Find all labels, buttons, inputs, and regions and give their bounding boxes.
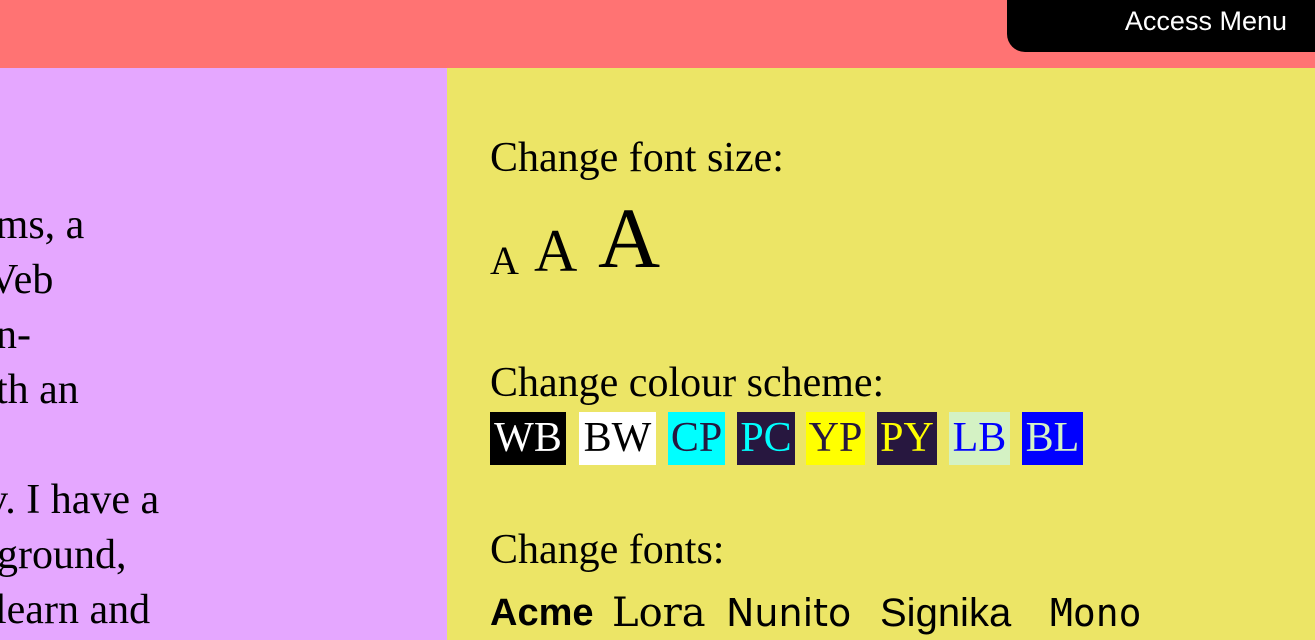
scheme-bw-button[interactable]: BW	[579, 412, 656, 465]
content-line: learn and	[0, 587, 151, 633]
font-signika-button[interactable]: Signika	[880, 586, 1011, 640]
content-line: mms, a	[0, 202, 85, 248]
content-line: n-	[0, 312, 31, 358]
font-acme-button[interactable]: Acme	[490, 586, 594, 640]
font-size-medium-button[interactable]: A	[534, 221, 577, 281]
fonts-title: Change fonts:	[490, 527, 725, 573]
font-size-large-button[interactable]: A	[598, 195, 660, 281]
scheme-cp-button[interactable]: CP	[668, 412, 725, 465]
content-line: v. I have a	[0, 477, 160, 523]
scheme-bl-button[interactable]: BL	[1022, 412, 1083, 465]
accessibility-panel: Change font size: A A A Change colour sc…	[447, 68, 1315, 640]
top-bar: Access Menu	[0, 0, 1315, 68]
access-menu-button[interactable]: Access Menu	[1007, 0, 1315, 52]
main-content-panel: mms, a Veb n- th an v. I have a ground, …	[0, 68, 447, 640]
font-size-small-button[interactable]: A	[490, 241, 519, 281]
scheme-py-button[interactable]: PY	[877, 412, 937, 465]
content-line: th an	[0, 367, 79, 413]
scheme-lb-button[interactable]: LB	[949, 412, 1010, 465]
content-line: Veb	[0, 257, 54, 303]
scheme-pc-button[interactable]: PC	[737, 412, 795, 465]
font-mono-button[interactable]: Mono	[1050, 586, 1142, 640]
content-line: ground,	[0, 532, 127, 578]
font-nunito-button[interactable]: Nunito	[726, 586, 851, 640]
font-lora-button[interactable]: Lora	[612, 586, 706, 640]
colour-scheme-title: Change colour scheme:	[490, 360, 885, 406]
scheme-yp-button[interactable]: YP	[806, 412, 865, 465]
scheme-wb-button[interactable]: WB	[490, 412, 566, 465]
font-size-title: Change font size:	[490, 135, 784, 181]
